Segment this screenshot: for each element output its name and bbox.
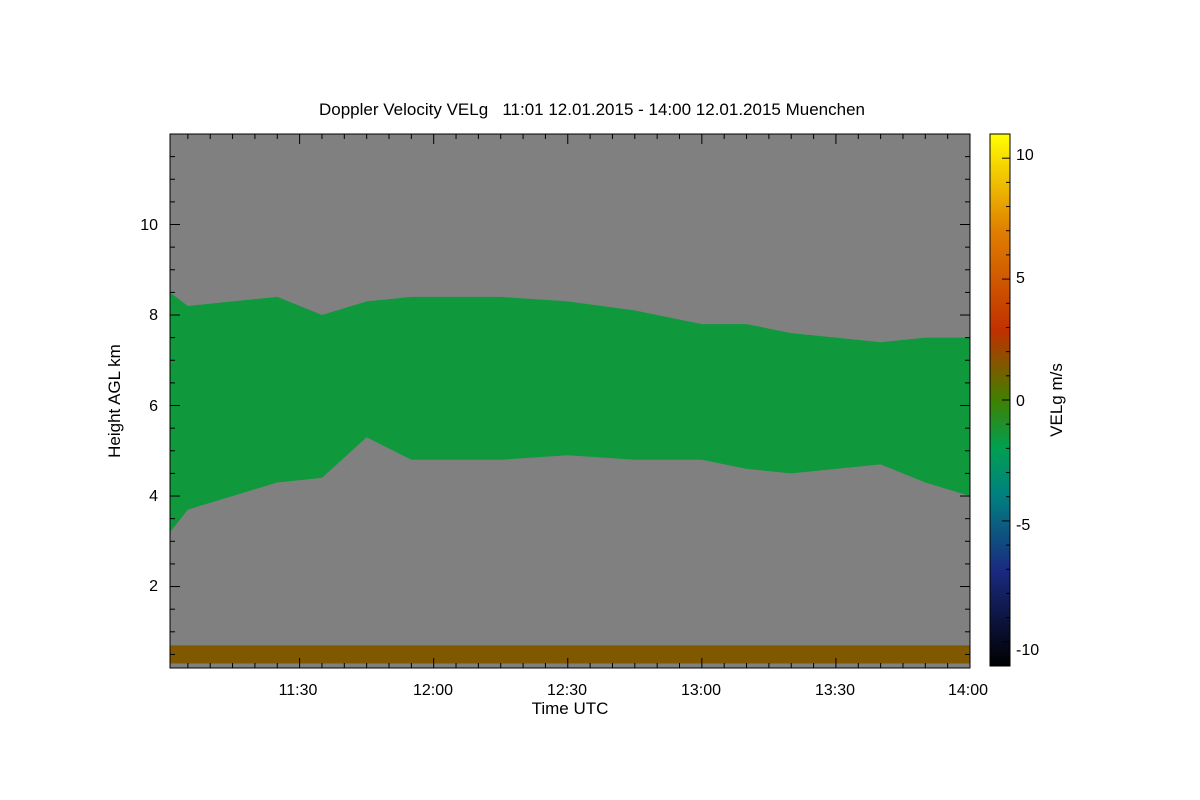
y-tick-label: 6 bbox=[149, 398, 158, 415]
colorbar-label: VELg m/s bbox=[1047, 363, 1066, 437]
colorbar-tick-label: 0 bbox=[1016, 393, 1025, 410]
y-tick-label: 8 bbox=[149, 307, 158, 324]
x-tick-label: 11:30 bbox=[279, 682, 318, 699]
y-tick-labels: 2 4 6 8 10 bbox=[140, 217, 158, 595]
colorbar-tick-label: -5 bbox=[1016, 517, 1030, 534]
y-tick-label: 2 bbox=[149, 578, 158, 595]
x-axis-label: Time UTC bbox=[532, 699, 609, 718]
x-tick-label: 14:00 bbox=[948, 682, 988, 699]
y-axis-label: Height AGL km bbox=[105, 344, 124, 458]
colorbar-tick-label: 10 bbox=[1016, 147, 1034, 164]
y-tick-label: 4 bbox=[149, 488, 158, 505]
colorbar-tick-label: -10 bbox=[1016, 642, 1039, 659]
chart-title: Doppler Velocity VELg 11:01 12.01.2015 -… bbox=[319, 100, 865, 119]
colorbar-tick-label: 5 bbox=[1016, 270, 1025, 287]
colorbar-tick-labels: 10 5 0 -5 -10 bbox=[1016, 147, 1039, 659]
y-tick-label: 10 bbox=[140, 217, 158, 234]
doppler-velocity-chart: Doppler Velocity VELg 11:01 12.01.2015 -… bbox=[105, 100, 1066, 718]
x-tick-label: 12:30 bbox=[547, 682, 587, 699]
x-tick-labels: 11:30 12:00 12:30 13:00 13:30 14:00 bbox=[279, 682, 989, 699]
x-tick-label: 13:00 bbox=[681, 682, 721, 699]
near-ground-layer bbox=[170, 645, 970, 664]
x-tick-label: 13:30 bbox=[815, 682, 855, 699]
x-tick-label: 12:00 bbox=[413, 682, 453, 699]
